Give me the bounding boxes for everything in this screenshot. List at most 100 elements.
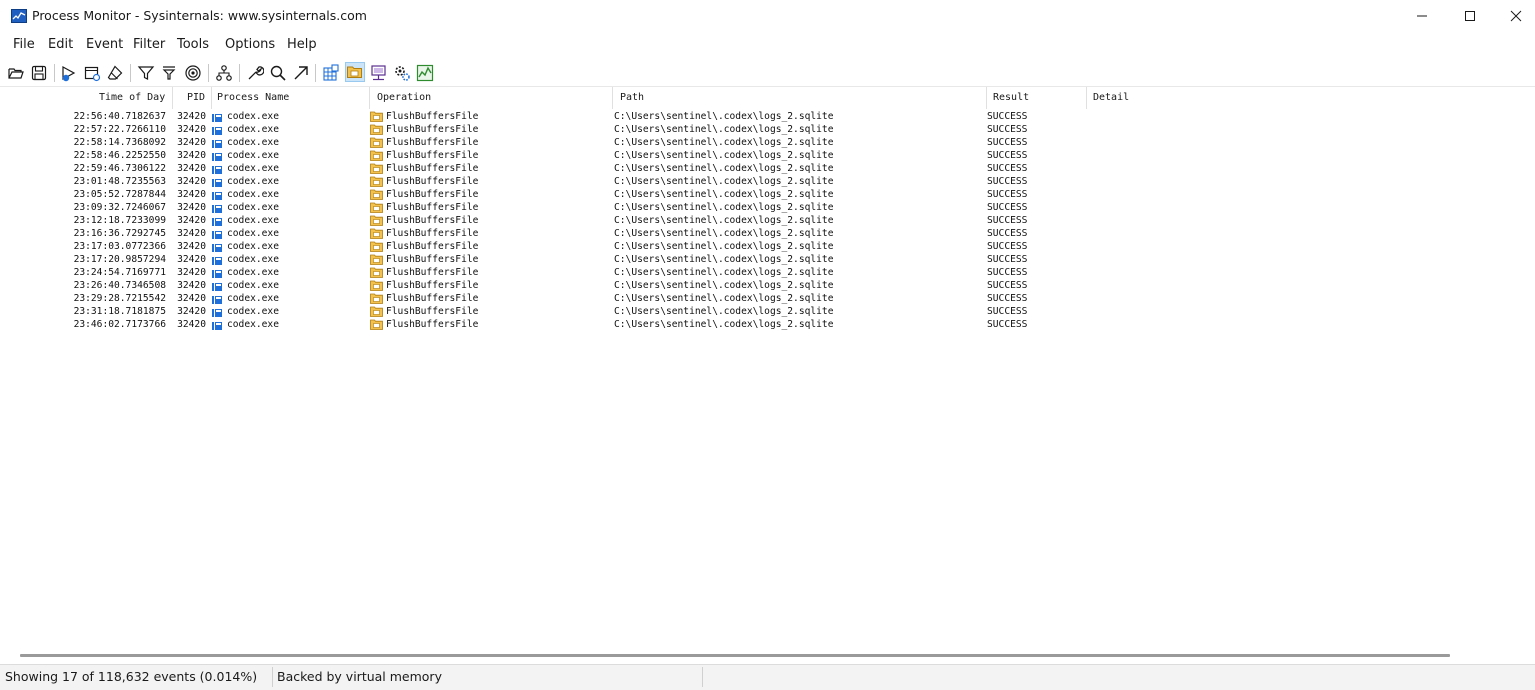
event-pid: 32420 bbox=[177, 280, 206, 291]
filesystem-operation-icon bbox=[370, 215, 383, 226]
registry-activity-icon[interactable] bbox=[322, 64, 340, 82]
column-header-process[interactable]: Process Name bbox=[217, 87, 289, 109]
filesystem-activity-icon[interactable] bbox=[345, 62, 365, 82]
event-pid: 32420 bbox=[177, 241, 206, 252]
table-row[interactable]: 22:57:22.7266110 32420 codex.exe FlushBuffe… bbox=[3, 123, 1535, 136]
table-row[interactable]: 23:29:28.7215542 32420 codex.exe FlushBuffe… bbox=[3, 292, 1535, 305]
filesystem-operation-icon bbox=[370, 293, 383, 304]
filesystem-operation-icon bbox=[370, 189, 383, 200]
event-path: C:\Users\sentinel\.codex\logs_2.sqlite bbox=[614, 293, 834, 304]
process-icon bbox=[212, 204, 222, 213]
filesystem-operation-icon bbox=[370, 254, 383, 265]
table-row[interactable]: 22:56:40.7182637 32420 codex.exe FlushBuffe… bbox=[3, 110, 1535, 123]
event-process-name: codex.exe bbox=[227, 319, 279, 330]
menu-tools[interactable]: Tools bbox=[177, 37, 209, 52]
menu-event[interactable]: Event bbox=[86, 37, 123, 52]
table-row[interactable]: 23:17:20.9857294 32420 codex.exe FlushBuffe… bbox=[3, 253, 1535, 266]
column-divider[interactable] bbox=[172, 87, 173, 109]
open-icon[interactable] bbox=[7, 64, 25, 82]
menu-filter[interactable]: Filter bbox=[133, 37, 165, 52]
include-process-icon[interactable] bbox=[184, 64, 202, 82]
capture-icon[interactable] bbox=[60, 64, 78, 82]
autoscroll-icon[interactable] bbox=[83, 64, 101, 82]
table-row[interactable]: 23:46:02.7173766 32420 codex.exe FlushBuffe… bbox=[3, 318, 1535, 331]
maximize-icon bbox=[1465, 11, 1475, 21]
process-monitor-app-icon bbox=[11, 8, 27, 23]
find-icon[interactable] bbox=[269, 64, 287, 82]
event-result: SUCCESS bbox=[987, 176, 1028, 187]
table-row[interactable]: 22:58:46.2252550 32420 codex.exe FlushBuffe… bbox=[3, 149, 1535, 162]
profiling-activity-icon[interactable] bbox=[416, 64, 434, 82]
table-row[interactable]: 23:01:48.7235563 32420 codex.exe FlushBuffe… bbox=[3, 175, 1535, 188]
menu-file[interactable]: File bbox=[13, 37, 35, 52]
process-icon bbox=[212, 295, 222, 304]
menu-options[interactable]: Options bbox=[225, 37, 275, 52]
table-row[interactable]: 22:58:14.7368092 32420 codex.exe FlushBuffe… bbox=[3, 136, 1535, 149]
window-title: Process Monitor - Sysinternals: www.sysi… bbox=[32, 8, 367, 23]
column-header-path[interactable]: Path bbox=[620, 87, 644, 109]
filesystem-operation-icon bbox=[370, 163, 383, 174]
event-pid: 32420 bbox=[177, 111, 206, 122]
title-bar: Process Monitor - Sysinternals: www.sysi… bbox=[0, 0, 1535, 32]
event-result: SUCCESS bbox=[987, 280, 1028, 291]
table-row[interactable]: 23:12:18.7233099 32420 codex.exe FlushBuffe… bbox=[3, 214, 1535, 227]
network-activity-icon[interactable] bbox=[370, 64, 388, 82]
table-row[interactable]: 23:05:52.7287844 32420 codex.exe FlushBuffe… bbox=[3, 188, 1535, 201]
column-divider[interactable] bbox=[986, 87, 987, 109]
event-path: C:\Users\sentinel\.codex\logs_2.sqlite bbox=[614, 189, 834, 200]
event-path: C:\Users\sentinel\.codex\logs_2.sqlite bbox=[614, 254, 834, 265]
horizontal-scrollbar[interactable] bbox=[20, 654, 1450, 657]
maximize-button[interactable] bbox=[1447, 0, 1493, 32]
column-divider[interactable] bbox=[1086, 87, 1087, 109]
filter-icon[interactable] bbox=[137, 64, 155, 82]
event-operation: FlushBuffersFile bbox=[386, 306, 479, 317]
toolbar-separator bbox=[315, 64, 316, 82]
table-row[interactable]: 23:26:40.7346508 32420 codex.exe FlushBuffe… bbox=[3, 279, 1535, 292]
event-pid: 32420 bbox=[177, 306, 206, 317]
event-result: SUCCESS bbox=[987, 241, 1028, 252]
column-divider[interactable] bbox=[612, 87, 613, 109]
jump-icon[interactable] bbox=[292, 64, 310, 82]
event-result: SUCCESS bbox=[987, 228, 1028, 239]
event-result: SUCCESS bbox=[987, 293, 1028, 304]
column-header-detail[interactable]: Detail bbox=[1093, 87, 1129, 109]
column-divider[interactable] bbox=[369, 87, 370, 109]
column-header-time[interactable]: Time of Day bbox=[99, 87, 165, 109]
event-path: C:\Users\sentinel\.codex\logs_2.sqlite bbox=[614, 306, 834, 317]
column-divider[interactable] bbox=[211, 87, 212, 109]
filesystem-operation-icon bbox=[370, 137, 383, 148]
save-icon[interactable] bbox=[30, 64, 48, 82]
process-icon bbox=[212, 165, 222, 174]
event-path: C:\Users\sentinel\.codex\logs_2.sqlite bbox=[614, 241, 834, 252]
properties-icon[interactable] bbox=[246, 64, 264, 82]
event-time: 23:29:28.7215542 bbox=[73, 293, 166, 304]
table-row[interactable]: 23:31:18.7181875 32420 codex.exe FlushBuffe… bbox=[3, 305, 1535, 318]
clear-icon[interactable] bbox=[106, 64, 124, 82]
column-header-operation[interactable]: Operation bbox=[377, 87, 431, 109]
table-row[interactable]: 23:17:03.0772366 32420 codex.exe FlushBuffe… bbox=[3, 240, 1535, 253]
table-row[interactable]: 23:24:54.7169771 32420 codex.exe FlushBuffe… bbox=[3, 266, 1535, 279]
event-operation: FlushBuffersFile bbox=[386, 254, 479, 265]
table-row[interactable]: 23:16:36.7292745 32420 codex.exe FlushBuffe… bbox=[3, 227, 1535, 240]
event-pid: 32420 bbox=[177, 293, 206, 304]
toolbar-separator bbox=[130, 64, 131, 82]
event-time: 23:26:40.7346508 bbox=[73, 280, 166, 291]
highlight-icon[interactable] bbox=[160, 64, 178, 82]
event-path: C:\Users\sentinel\.codex\logs_2.sqlite bbox=[614, 267, 834, 278]
column-header-pid[interactable]: PID bbox=[187, 87, 205, 109]
event-result: SUCCESS bbox=[987, 267, 1028, 278]
filesystem-operation-icon bbox=[370, 241, 383, 252]
event-time: 23:31:18.7181875 bbox=[73, 306, 166, 317]
menu-edit[interactable]: Edit bbox=[48, 37, 73, 52]
table-row[interactable]: 23:09:32.7246067 32420 codex.exe FlushBuffe… bbox=[3, 201, 1535, 214]
close-button[interactable] bbox=[1493, 0, 1535, 32]
event-operation: FlushBuffersFile bbox=[386, 215, 479, 226]
table-row[interactable]: 22:59:46.7306122 32420 codex.exe FlushBuffe… bbox=[3, 162, 1535, 175]
event-list[interactable]: Time of Day PID Process Name Operation P… bbox=[3, 87, 1535, 650]
process-activity-icon[interactable] bbox=[393, 64, 411, 82]
event-result: SUCCESS bbox=[987, 163, 1028, 174]
minimize-button[interactable] bbox=[1399, 0, 1445, 32]
process-tree-icon[interactable] bbox=[215, 64, 233, 82]
menu-help[interactable]: Help bbox=[287, 37, 317, 52]
column-header-result[interactable]: Result bbox=[993, 87, 1029, 109]
